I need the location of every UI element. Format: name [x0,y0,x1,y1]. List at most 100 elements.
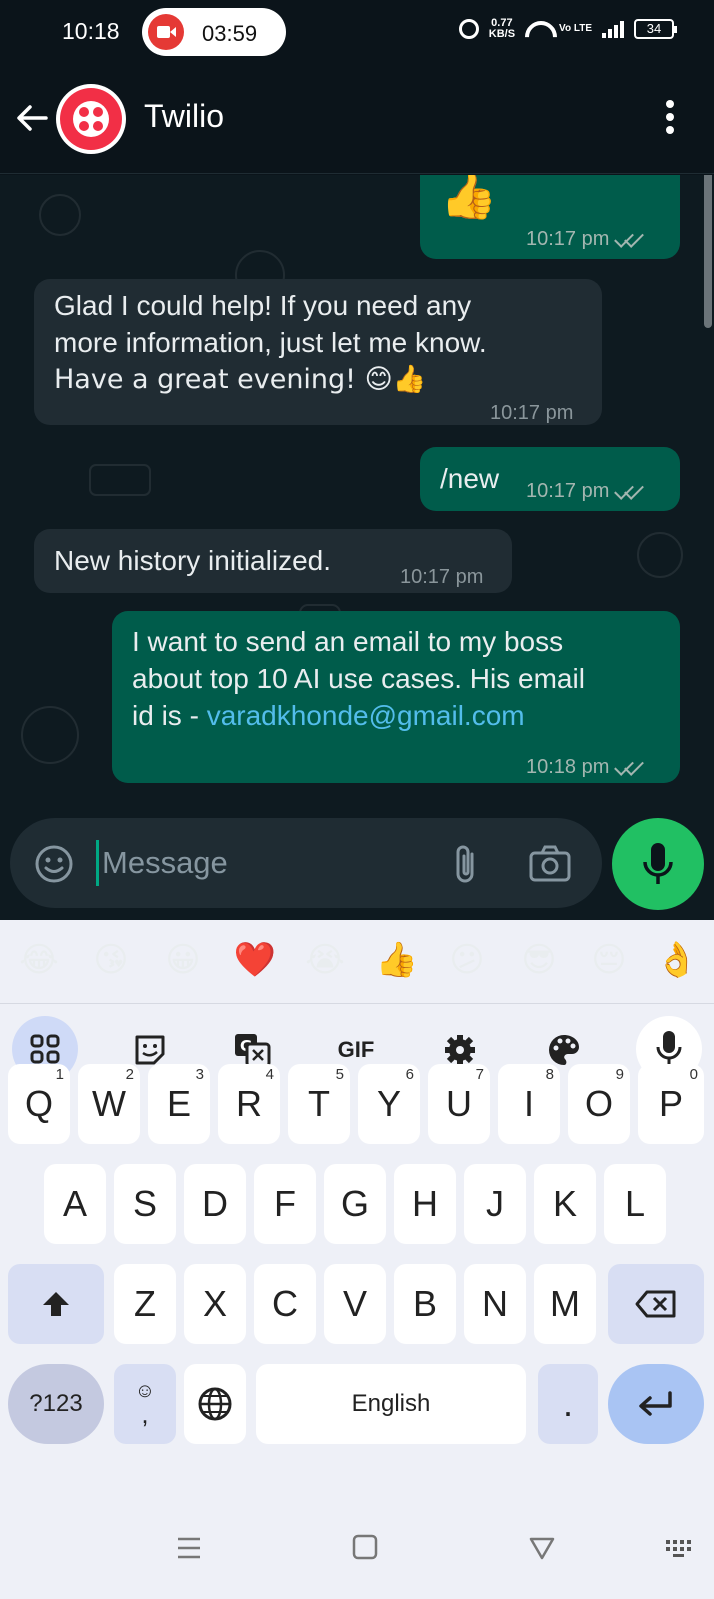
key-hint: 0 [689,1066,698,1083]
key-y[interactable]: 6Y [358,1064,420,1144]
key-hint: 7 [475,1066,484,1083]
language-globe-key[interactable] [184,1364,246,1444]
key-a[interactable]: A [44,1164,106,1244]
key-i[interactable]: 8I [498,1064,560,1144]
key-j[interactable]: J [464,1164,526,1244]
symbols-key[interactable]: ?123 [8,1364,104,1444]
chat-scrollbar[interactable] [704,175,712,328]
key-label: E [166,1083,191,1124]
key-p[interactable]: 0P [638,1064,704,1144]
clock: 10:18 [62,18,120,44]
recents-menu-icon[interactable] [176,1536,202,1560]
message-prefix: id is - [132,700,207,731]
message-bubble-incoming[interactable]: New history initialized. 10:17 pm [34,529,512,593]
key-g[interactable]: G [324,1164,386,1244]
read-receipt-icon [614,755,649,776]
emoji-suggestion[interactable]: 😘 [88,940,134,980]
emoji-suggestion[interactable]: 😀 [160,940,206,980]
key-c[interactable]: C [254,1264,316,1344]
message-input[interactable]: Message [102,845,228,881]
key-u[interactable]: 7U [428,1064,490,1144]
key-o[interactable]: 9O [568,1064,630,1144]
key-w[interactable]: 2W [78,1064,140,1144]
key-hint: 3 [195,1066,204,1083]
home-square-icon[interactable] [352,1534,378,1560]
key-q[interactable]: 1Q [8,1064,70,1144]
key-b[interactable]: B [394,1264,456,1344]
key-v[interactable]: V [324,1264,386,1344]
emoji-suggestion[interactable]: ❤️ [232,940,278,980]
key-k[interactable]: K [534,1164,596,1244]
enter-arrow-icon [639,1391,672,1416]
read-receipt-icon [614,479,649,500]
key-s[interactable]: S [114,1164,176,1244]
message-line: more information, just let me know. [54,327,487,358]
contact-avatar[interactable] [56,84,126,154]
key-d[interactable]: D [184,1164,246,1244]
enter-key[interactable] [608,1364,704,1444]
contact-name[interactable]: Twilio [144,98,224,135]
back-triangle-icon[interactable] [528,1536,556,1560]
emoji-suggestion[interactable]: 👌 [654,940,700,980]
key-label: O [584,1083,613,1124]
keyboard-switch-icon[interactable] [664,1538,698,1560]
emoji-suggestion[interactable]: 😔 [586,940,632,980]
key-l[interactable]: L [604,1164,666,1244]
signal-icon [602,20,624,38]
key-label: W [92,1083,126,1124]
space-bar[interactable]: English [256,1364,526,1444]
status-icons: 0.77 KB/S Vo LTE 34 [458,18,677,40]
emoji-suggestion[interactable]: 👍 [374,940,420,980]
more-options-icon[interactable] [660,100,680,140]
key-label: , [141,1399,149,1429]
key-f[interactable]: F [254,1164,316,1244]
message-line: I want to send an email to my boss [132,626,564,657]
backspace-icon [635,1290,676,1318]
key-h[interactable]: H [394,1164,456,1244]
emoji-suggestion[interactable]: 😎 [516,940,562,980]
wifi-icon [525,21,549,37]
message-bubble-outgoing[interactable]: /new 10:17 pm [420,447,680,511]
chat-area[interactable]: 👍 10:17 pm Glad I could help! If you nee… [0,175,714,920]
shift-key[interactable] [8,1264,104,1344]
globe-icon [198,1387,232,1421]
key-m[interactable]: M [534,1264,596,1344]
message-time: 10:17 pm [526,228,610,250]
key-x[interactable]: X [184,1264,246,1344]
emoji-suggestion[interactable]: 😭 [302,940,348,980]
screen-recording-pill[interactable]: 03:59 [142,8,286,56]
emoji-suggestion[interactable]: 😕 [444,940,490,980]
key-hint: 4 [265,1066,274,1083]
message-bubble-incoming[interactable]: Glad I could help! If you need any more … [34,279,602,425]
emoji-icon[interactable] [34,844,74,884]
message-text: 👍 [440,175,498,222]
key-z[interactable]: Z [114,1264,176,1344]
key-label: Y [376,1083,401,1124]
key-hint: 5 [335,1066,344,1083]
emoji-comma-key[interactable]: ☺ , [114,1364,176,1444]
emoji-suggestion-row: 😂 😘 😀 ❤️ 😭 👍 😕 😎 😔 👌 [0,920,714,1004]
message-text: New history initialized. [54,545,331,576]
message-meta: 10:17 pm [490,395,573,432]
message-bubble-outgoing[interactable]: 👍 10:17 pm [420,175,680,259]
period-key[interactable]: . [538,1364,598,1444]
key-hint: 1 [55,1066,64,1083]
key-r[interactable]: 4R [218,1064,280,1144]
back-arrow-icon[interactable] [14,100,50,136]
system-nav-bar [0,1500,714,1599]
key-t[interactable]: 5T [288,1064,350,1144]
key-e[interactable]: 3E [148,1064,210,1144]
attach-icon[interactable] [450,842,480,886]
emoji-suggestion[interactable]: 😂 [16,940,62,980]
battery-level: 34 [646,21,662,36]
key-label: I [523,1083,534,1124]
email-link[interactable]: varadkhonde@gmail.com [207,700,525,731]
key-n[interactable]: N [464,1264,526,1344]
message-text: /new [440,463,500,494]
message-bubble-outgoing[interactable]: I want to send an email to my boss about… [112,611,680,783]
backspace-key[interactable] [608,1264,704,1344]
message-composer[interactable]: Message [10,818,602,908]
key-hint: 8 [545,1066,554,1083]
voice-message-button[interactable] [612,818,704,910]
camera-icon[interactable] [528,844,572,884]
